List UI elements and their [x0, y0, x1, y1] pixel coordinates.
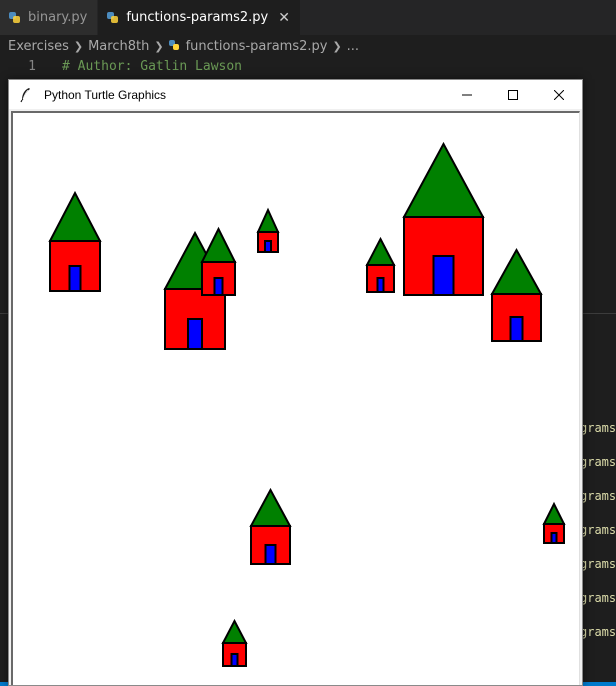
house-drawing [490, 247, 543, 342]
house-door [187, 318, 203, 350]
terminal-text: grams [580, 455, 616, 469]
maximize-icon [508, 89, 518, 100]
minimize-button[interactable] [444, 80, 490, 109]
house-door [264, 240, 272, 253]
breadcrumb: Exercises ❯ March8th ❯ functions-params2… [0, 35, 616, 57]
breadcrumb-item-file[interactable]: functions-params2.py [186, 39, 328, 54]
terminal-text: grams [580, 625, 616, 639]
house-drawing [221, 618, 248, 667]
turtle-window: Python Turtle Graphics [8, 79, 583, 686]
window-title: Python Turtle Graphics [44, 87, 167, 102]
close-icon[interactable]: ✕ [278, 10, 290, 26]
terminal-text: grams [580, 557, 616, 571]
house-drawing [256, 207, 280, 253]
house-door [509, 316, 524, 342]
house-roof [402, 141, 485, 218]
python-file-icon [106, 11, 120, 25]
drawing-area [48, 141, 566, 667]
breadcrumb-item-march8th[interactable]: March8th [88, 39, 149, 54]
house-drawing [542, 501, 566, 544]
house-drawing [402, 141, 485, 296]
house-door [264, 544, 277, 565]
house-door [230, 653, 239, 667]
tab-functions-params2-py[interactable]: functions-params2.py ✕ [98, 0, 301, 35]
house-roof [365, 236, 396, 266]
editor-tab-bar: binary.py functions-params2.py ✕ [0, 0, 616, 35]
house-drawing [48, 190, 102, 292]
house-roof [249, 487, 292, 527]
terminal-text: grams [580, 421, 616, 435]
house-roof [48, 190, 102, 242]
house-roof [542, 501, 566, 525]
terminal-text: grams [580, 591, 616, 605]
minimize-icon [462, 94, 472, 95]
house-drawing [249, 487, 292, 565]
house-roof [200, 226, 237, 263]
chevron-right-icon: ❯ [73, 39, 84, 53]
turtle-canvas[interactable] [11, 111, 580, 685]
house-roof [490, 247, 543, 295]
house-door [68, 265, 82, 292]
close-icon [554, 89, 564, 100]
terminal-text: grams [580, 523, 616, 537]
tab-binary-py[interactable]: binary.py [0, 0, 99, 35]
window-titlebar[interactable]: Python Turtle Graphics [9, 80, 582, 109]
breadcrumb-item-symbols[interactable]: ... [347, 39, 359, 54]
chevron-right-icon: ❯ [332, 39, 342, 53]
house-door [376, 277, 385, 293]
tab-label: binary.py [28, 10, 88, 25]
python-file-icon [8, 11, 22, 25]
terminal-text: grams [580, 489, 616, 503]
code-comment: # Author: Gatlin Lawson [62, 59, 243, 74]
feather-icon [20, 87, 30, 102]
close-button[interactable] [536, 80, 582, 109]
house-drawing [365, 236, 396, 293]
house-door [432, 255, 455, 296]
house-door [550, 532, 558, 544]
house-roof [256, 207, 280, 233]
code-line[interactable]: 1 # Author: Gatlin Lawson [0, 57, 616, 77]
python-file-icon [168, 40, 181, 52]
chevron-right-icon: ❯ [154, 39, 164, 53]
breadcrumb-item-exercises[interactable]: Exercises [8, 39, 69, 54]
house-drawing [200, 226, 237, 296]
house-door [213, 277, 224, 296]
line-number: 1 [28, 59, 36, 74]
tab-label: functions-params2.py [126, 10, 269, 25]
maximize-button[interactable] [490, 80, 536, 109]
house-roof [221, 618, 248, 644]
